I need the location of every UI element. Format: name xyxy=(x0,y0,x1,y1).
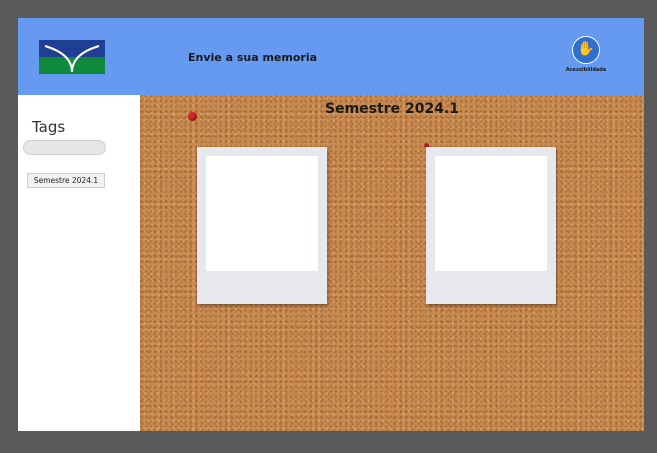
board-title: Semestre 2024.1 xyxy=(325,101,459,117)
tags-search-input[interactable] xyxy=(23,140,106,155)
memory-photo xyxy=(206,156,318,271)
app-window: Envie a sua memoria ✋ Acessibilidade Tag… xyxy=(18,18,644,431)
tags-sidebar: Tags Semestre 2024.1 xyxy=(18,95,115,431)
header-bar: Envie a sua memoria ✋ Acessibilidade xyxy=(18,18,644,95)
sidebar-gutter xyxy=(114,95,140,431)
memory-photo xyxy=(435,156,547,271)
cork-board: Semestre 2024.1 xyxy=(140,95,644,431)
unb-logo-icon[interactable] xyxy=(39,40,105,74)
accessibility-button[interactable]: ✋ Acessibilidade xyxy=(561,36,611,76)
tags-title: Tags xyxy=(32,118,66,136)
accessibility-hands-icon: ✋ xyxy=(572,36,600,64)
page-title: Envie a sua memoria xyxy=(188,51,318,64)
pushpin-icon xyxy=(188,112,197,121)
tag-chip-semestre-2024-1[interactable]: Semestre 2024.1 xyxy=(27,173,105,188)
memory-card[interactable] xyxy=(197,147,327,304)
memory-card[interactable] xyxy=(426,147,556,304)
accessibility-label: Acessibilidade xyxy=(565,67,607,73)
